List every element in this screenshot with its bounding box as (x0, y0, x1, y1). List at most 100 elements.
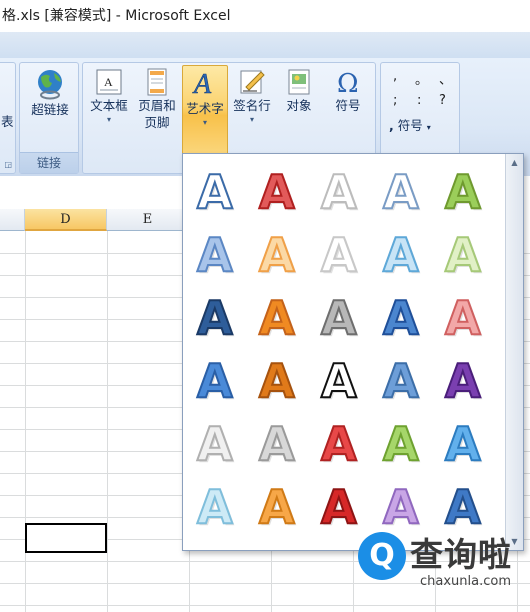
wordart-a-icon: AA (196, 416, 235, 472)
header-footer-label-1: 页眉和 (138, 98, 176, 113)
textbox-icon: A (96, 69, 122, 95)
wordart-style-option[interactable]: AA (375, 351, 429, 409)
wordart-style-option[interactable]: AA (313, 351, 367, 409)
wordart-a-icon: AA (444, 353, 483, 409)
wordart-style-option[interactable]: AA (437, 414, 491, 472)
svg-text:A: A (197, 354, 233, 408)
site-watermark: Q 查询啦 chaxunla.com (348, 526, 530, 612)
wordart-style-option[interactable]: AA (437, 225, 491, 283)
symbol-question[interactable]: ? (439, 93, 446, 108)
wordart-style-option[interactable]: AA (437, 351, 491, 409)
symbol-label: 符号 (335, 98, 361, 113)
svg-text:A: A (445, 228, 481, 282)
wordart-style-option[interactable]: AA (251, 225, 305, 283)
wordart-style-option[interactable]: AA (375, 162, 429, 220)
wordart-style-option[interactable]: AA (313, 414, 367, 472)
hyperlink-button[interactable]: 超链接 (22, 67, 78, 129)
svg-text:A: A (445, 354, 481, 408)
wordart-a-icon: AA (258, 353, 297, 409)
symbol-period[interactable]: 。 (415, 69, 428, 88)
wordart-style-option[interactable]: AA (313, 288, 367, 346)
header-footer-icon (147, 68, 167, 96)
grid-column-line (107, 231, 108, 612)
wordart-style-option[interactable]: AA (251, 414, 305, 472)
wordart-style-option[interactable]: AA (437, 162, 491, 220)
wordart-a-icon: AA (382, 164, 421, 220)
wordart-style-option[interactable]: AA (251, 351, 305, 409)
wordart-style-option[interactable]: AA (251, 477, 305, 535)
wordart-style-option[interactable]: AA (189, 414, 243, 472)
special-symbol-button[interactable]: , 符号 ▾ (389, 117, 453, 137)
gallery-scrollbar[interactable]: ▲ ▼ (505, 154, 523, 550)
symbol-comma[interactable]: , (393, 69, 397, 84)
wordart-style-option[interactable]: AA (189, 288, 243, 346)
svg-text:A: A (259, 480, 295, 534)
wordart-style-option[interactable]: AA (189, 162, 243, 220)
svg-text:A: A (383, 228, 419, 282)
symbol-semicolon[interactable]: ; (393, 93, 397, 108)
symbol-button[interactable]: Ω 符号 (326, 67, 370, 133)
wordart-a-icon: AA (444, 227, 483, 283)
svg-text:A: A (259, 417, 295, 471)
svg-text:A: A (321, 417, 357, 471)
svg-text:A: A (259, 165, 295, 219)
chevron-down-icon: ▾ (202, 118, 207, 127)
wordart-style-option[interactable]: AA (251, 162, 305, 220)
wordart-style-option[interactable]: AA (437, 288, 491, 346)
chevron-down-icon: ▾ (426, 123, 431, 132)
ribbon-group-cut: 表 ◲ (0, 62, 16, 174)
object-icon (288, 69, 310, 95)
wordart-a-icon: AA (382, 353, 421, 409)
watermark-title: 查询啦 (410, 535, 512, 574)
dialog-launcher-icon[interactable]: ◲ (4, 160, 12, 169)
svg-text:Ω: Ω (337, 69, 359, 97)
svg-text:A: A (197, 291, 233, 345)
ribbon-group-links: 超链接 链接 (19, 62, 79, 174)
wordart-a-icon: AA (196, 353, 235, 409)
svg-text:A: A (383, 291, 419, 345)
wordart-icon: A (192, 69, 213, 100)
wordart-a-icon: AA (444, 290, 483, 346)
svg-text:A: A (321, 228, 357, 282)
ribbon-cut-label: 表 (1, 114, 14, 129)
wordart-label: 艺术字 (186, 101, 224, 116)
header-footer-button[interactable]: 页眉和 页脚 (133, 67, 181, 151)
scroll-up-icon[interactable]: ▲ (506, 154, 523, 171)
textbox-label: 文本框 (90, 98, 128, 113)
wordart-style-option[interactable]: AA (189, 351, 243, 409)
selected-cell[interactable] (25, 523, 107, 553)
symbol-colon[interactable]: : (417, 93, 421, 108)
wordart-button[interactable]: A 艺术字 ▾ (182, 65, 228, 157)
symbol-enum-comma[interactable]: 、 (439, 69, 452, 88)
svg-text:A: A (197, 417, 233, 471)
wordart-a-icon: AA (258, 290, 297, 346)
wordart-a-icon: AA (196, 479, 235, 535)
object-button[interactable]: 对象 (277, 67, 321, 133)
column-header-c[interactable] (0, 209, 25, 231)
wordart-a-icon: AA (258, 479, 297, 535)
wordart-a-icon: AA (444, 416, 483, 472)
textbox-button[interactable]: A 文本框 ▾ (87, 67, 131, 145)
column-header-e[interactable]: E (107, 209, 189, 231)
wordart-style-option[interactable]: AA (189, 225, 243, 283)
column-header-d[interactable]: D (25, 209, 107, 231)
svg-text:A: A (259, 228, 295, 282)
svg-text:A: A (197, 165, 233, 219)
wordart-style-option[interactable]: AA (251, 288, 305, 346)
wordart-style-option[interactable]: AA (313, 162, 367, 220)
signature-line-button[interactable]: 签名行 ▾ (230, 67, 274, 151)
chevron-down-icon: ▾ (106, 115, 111, 124)
window-title: 格.xls [兼容模式] - Microsoft Excel (0, 0, 530, 32)
wordart-a-icon: AA (196, 290, 235, 346)
svg-text:A: A (104, 75, 113, 89)
svg-text:A: A (383, 354, 419, 408)
wordart-style-option[interactable]: AA (313, 225, 367, 283)
wordart-style-option[interactable]: AA (375, 414, 429, 472)
wordart-style-option[interactable]: AA (375, 288, 429, 346)
svg-text:A: A (383, 417, 419, 471)
watermark-logo: Q (358, 532, 406, 580)
wordart-style-option[interactable]: AA (189, 477, 243, 535)
svg-text:A: A (445, 291, 481, 345)
wordart-style-option[interactable]: AA (375, 225, 429, 283)
wordart-a-icon: AA (382, 416, 421, 472)
